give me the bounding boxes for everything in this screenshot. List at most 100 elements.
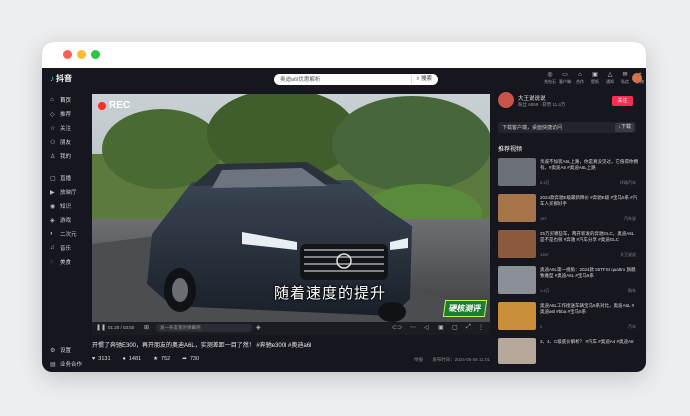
fullscreen-icon[interactable]: ⤢ [466,324,471,331]
sidebar-item-knowledge[interactable]: ◉ 知识 [50,202,71,211]
recommend-author: 汽车说 [624,216,636,221]
rec-label: REC [109,100,131,111]
window-titlebar [42,42,646,68]
top-action-client[interactable]: ▭ 客户端 [559,72,571,85]
like-button[interactable]: ♥ 3131 [92,356,111,362]
maximize-window-button[interactable] [91,50,100,59]
search-box[interactable]: 奥迪a6l优惠解析 ⌕ 搜索 [274,74,438,85]
list-item[interactable]: 奥迪A6L第一视角：2024款 55TFSI quattro 旗舰致雅型 #奥迪… [498,266,640,296]
video-thumbnail[interactable] [498,158,536,186]
sidebar-item-cinema[interactable]: ▶ 放映厅 [50,188,77,197]
settings-icon: ⚙ [50,347,56,354]
sidebar-item-recommend[interactable]: ◇ 推荐 [50,110,71,119]
sidebar-item-home[interactable]: ⌂ 首页 [50,96,71,104]
video-thumbnail[interactable] [498,194,536,222]
app-logo[interactable]: ♪ 抖音 [50,73,72,84]
top-action-wallpaper[interactable]: ▣ 壁纸 [589,72,601,85]
recommend-heading: 推荐视频 [498,147,523,153]
sidebar-item-food[interactable]: ◌ 美食 [50,258,71,266]
music-icon: ♫ [50,245,55,251]
video-thumbnail[interactable] [498,266,536,294]
video-subtitle: 随着速度的提升 [274,285,387,302]
channel-badge: 硬核测评 [442,300,488,317]
message-icon: ✉ [622,72,628,78]
favorite-button[interactable]: ★ 752 [153,356,170,362]
list-item[interactable]: 3、4、C级底价解析？ #汽车 #奥迪A4 #奥迪A6 [498,338,640,364]
danmaku-input[interactable]: 发一条友善的弹幕吧 [156,324,252,332]
webfullscreen-icon[interactable]: ▢ [452,324,458,331]
send-icon[interactable]: ◈ [256,324,261,331]
search-input[interactable]: 奥迪a6l优惠解析 [280,75,320,83]
share-icon: ➦ [182,356,187,362]
user-avatar[interactable] [632,73,642,83]
sidebar-item-anime[interactable]: ◐ 二次元 [50,230,77,238]
comment-icon: ● [122,356,126,362]
business-icon: ▤ [50,361,56,368]
recommend-caption: 3、4、C级底价解析？ #汽车 #奥迪A4 #奥迪A6 [540,339,634,344]
publish-time: 发布时间：2024-05-08 11:01 [432,357,490,362]
top-action-message[interactable]: ✉ 私信 [619,72,631,85]
list-item[interactable]: 25万买哪些车，两开新发的奔驰GLC，奥迪A6L是不是也很 #奔驰 #汽车分享 … [498,230,640,260]
recommend-caption: 亲戚不加装A6L上路，你是真没见过，它值得你拥有。#奥迪A6 #奥迪A6L上路 [540,159,638,170]
top-action-cooperate[interactable]: ⌂ 合作 [574,72,586,85]
close-window-button[interactable] [63,50,72,59]
live-icon: ▢ [50,175,56,182]
volume-icon[interactable]: ◁ [424,324,429,331]
download-banner: 下载客户端，桌面快捷访问 ↓下载 [498,122,636,133]
list-item[interactable]: 奥迪A6L工作接送车辆宝马5系对比，奥迪A6L #奥迪a6l #bba #宝马5… [498,302,640,332]
recommend-author: 购车 [628,288,636,293]
sidebar-item-live[interactable]: ▢ 直播 [50,174,71,183]
autoplay-toggle[interactable]: ⊂⊃ [392,324,402,331]
search-icon: ⌕ [416,76,420,82]
video-thumbnail[interactable] [498,338,536,364]
sidebar-item-friends[interactable]: ⚇ 朋友 [50,138,71,147]
recommend-likes: 5.3万 [540,180,550,185]
video-player[interactable]: REC 随着速度的提升 硬核测评 ❚❚ 01:20 / 03:50 ⊞ 发一条友… [92,94,490,335]
recommend-author: 大王说说 [620,252,636,257]
share-button[interactable]: ➦ 730 [182,356,199,362]
minimize-window-button[interactable] [77,50,86,59]
sidebar-item-follow[interactable]: ☆ 关注 [50,124,71,133]
playback-time: 01:20 / 03:50 [108,325,135,330]
user-icon: ♙ [50,153,56,160]
recommend-likes: 1.4万 [540,288,550,293]
top-action-notice[interactable]: △ 通知 [604,72,616,85]
comment-button[interactable]: ● 1481 [123,356,142,362]
danmaku-toggle-icon[interactable]: ⊞ [144,324,149,331]
anime-icon: ◐ [50,231,54,237]
search-button-label: 搜索 [420,76,432,82]
game-icon: ◈ [50,217,55,224]
more-icon[interactable]: ⋮ [478,324,484,331]
author-avatar[interactable] [498,92,514,108]
sidebar-item-game[interactable]: ◈ 游戏 [50,216,71,225]
video-thumbnail[interactable] [498,230,536,258]
sidebar-item-music[interactable]: ♫ 音乐 [50,244,71,252]
sidebar-item-business[interactable]: ▤ 业务合作 [50,360,82,369]
list-item[interactable]: 亲戚不加装A6L上路，你是真没见过，它值得你拥有。#奥迪A6 #奥迪A6L上路 … [498,158,640,188]
top-bar: ♪ 抖音 奥迪a6l优惠解析 ⌕ 搜索 ◎ 充钻石 ▭ 客户端 ⌂ 合作 ▣ 壁纸 △ 通知… [42,68,646,90]
knowledge-icon: ◉ [50,203,56,210]
music-note-icon: ♪ [50,74,54,83]
sidebar-item-me[interactable]: ♙ 我的 [50,152,71,161]
right-panel: 大王说说说 粉丝 6859 · 获赞 11.4万 关注 下载客户端，桌面快捷访问… [496,92,642,372]
food-icon: ◌ [50,259,54,265]
speed-icon[interactable]: ⋯ [410,324,416,331]
list-item[interactable]: 2024款奔驰E级最新降价 #奔驰E级 #宝马5系 #汽车人买那好手 157 汽… [498,194,640,224]
search-button[interactable]: ⌕ 搜索 [411,75,436,84]
download-button[interactable]: ↓下载 [615,123,634,132]
wallpaper-icon: ▣ [592,72,598,78]
pip-icon[interactable]: ▣ [438,324,444,331]
star-icon: ★ [153,356,159,362]
pause-icon[interactable]: ❚❚ [96,324,106,331]
author-name[interactable]: 大王说说说 [518,94,546,102]
follow-icon: ☆ [50,125,56,132]
report-link[interactable]: 举报 [414,357,423,362]
rec-indicator: REC [98,100,130,111]
sidebar-item-settings[interactable]: ⚙ 设置 [50,346,71,355]
top-action-diamond[interactable]: ◎ 充钻石 [544,72,556,85]
video-thumbnail[interactable] [498,302,536,330]
follow-button[interactable]: 关注 [612,96,633,106]
video-title: 开惯了奔驰E300，再开朋友的奥迪A6L，实测差距一目了然！ #奔驰e300l … [92,343,312,349]
author-stats: 粉丝 6859 · 获赞 11.4万 [518,102,566,107]
recommend-caption: 25万买哪些车，两开新发的奔驰GLC，奥迪A6L是不是也很 #奔驰 #汽车分享 … [540,231,635,242]
